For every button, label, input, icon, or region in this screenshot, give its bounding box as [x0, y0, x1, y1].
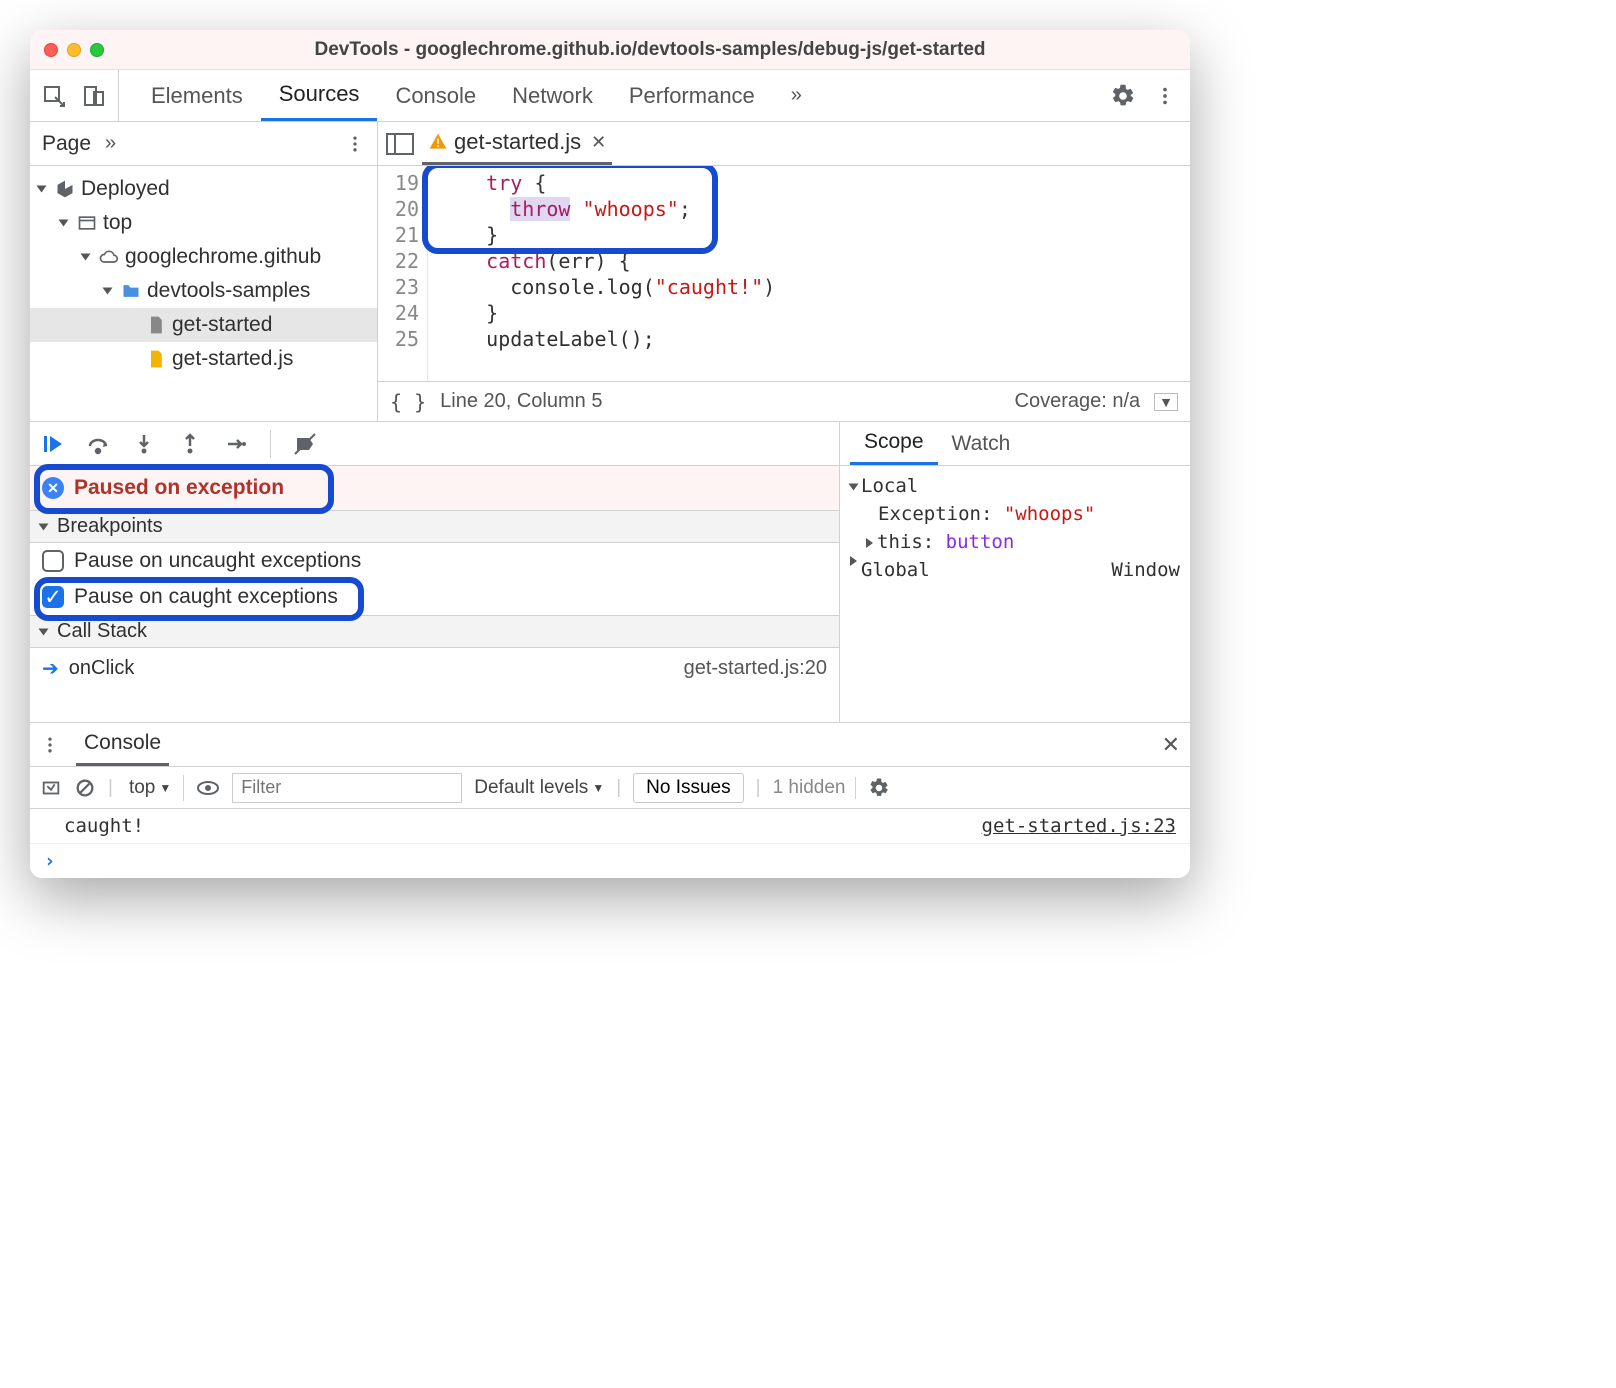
step-over-icon[interactable]	[86, 432, 110, 456]
log-message[interactable]: caught! get-started.js:23	[30, 809, 1190, 844]
device-toolbar-icon[interactable]	[82, 83, 106, 109]
file-icon	[146, 315, 166, 335]
pause-caught-row[interactable]: ✓ Pause on caught exceptions	[30, 579, 839, 615]
drawer-tab-console[interactable]: Console	[76, 723, 169, 766]
tree-file-html[interactable]: get-started	[30, 308, 377, 342]
toggle-navigator-icon[interactable]	[386, 133, 414, 155]
close-window-button[interactable]	[44, 43, 58, 57]
issues-button[interactable]: No Issues	[633, 773, 743, 803]
window-title: DevTools - googlechrome.github.io/devtoo…	[124, 39, 1176, 61]
step-out-icon[interactable]	[178, 432, 202, 456]
log-source-link[interactable]: get-started.js:23	[982, 815, 1176, 837]
close-drawer-icon[interactable]: ✕	[1162, 732, 1180, 758]
scope-panel: Scope Watch Local Exception: "whoops" th…	[840, 422, 1190, 722]
scope-global[interactable]: GlobalWindow	[850, 556, 1180, 584]
coverage-dropdown-icon[interactable]: ▼	[1154, 393, 1178, 411]
step-into-icon[interactable]	[132, 432, 156, 456]
step-icon[interactable]	[224, 432, 248, 456]
hidden-count[interactable]: 1 hidden	[773, 777, 857, 799]
drawer-menu-icon[interactable]	[40, 735, 60, 755]
devtools-window: DevTools - googlechrome.github.io/devtoo…	[30, 30, 1190, 878]
console-drawer: Console ✕ | top ▼ Default levels ▼ | No …	[30, 722, 1190, 878]
coverage-label: Coverage: n/a	[1015, 390, 1141, 413]
maximize-window-button[interactable]	[90, 43, 104, 57]
file-tree: Deployed top googlechrome.github devtool…	[30, 166, 377, 382]
resume-icon[interactable]	[40, 432, 64, 456]
frame-icon	[77, 213, 97, 233]
tab-scope[interactable]: Scope	[850, 422, 938, 465]
paused-message: ✕ Paused on exception	[30, 466, 839, 510]
checkbox-unchecked-icon[interactable]	[42, 550, 64, 572]
more-tabs-button[interactable]: »	[773, 70, 820, 121]
minimize-window-button[interactable]	[67, 43, 81, 57]
tab-network[interactable]: Network	[494, 70, 611, 121]
editor-panel: get-started.js ✕ 19 20 21 22 23 24 25	[378, 122, 1190, 421]
js-file-icon	[146, 349, 166, 369]
current-frame-icon: ➔	[42, 656, 59, 681]
cube-icon	[55, 179, 75, 199]
warning-icon	[428, 132, 448, 152]
exception-badge-icon: ✕	[42, 477, 64, 499]
navigator-sidebar: Page » Deployed top	[30, 122, 378, 421]
console-toolbar: | top ▼ Default levels ▼ | No Issues | 1…	[30, 767, 1190, 809]
editor-file-tab[interactable]: get-started.js ✕	[422, 122, 612, 165]
folder-icon	[121, 281, 141, 301]
filter-input[interactable]	[232, 773, 462, 803]
checkbox-checked-icon[interactable]: ✓	[42, 586, 64, 608]
titlebar: DevTools - googlechrome.github.io/devtoo…	[30, 30, 1190, 70]
log-levels-selector[interactable]: Default levels ▼	[474, 777, 604, 799]
navigator-options-icon[interactable]	[345, 134, 365, 154]
scope-exception: Exception: "whoops"	[850, 500, 1180, 528]
debugger-toolbar	[30, 422, 839, 466]
live-expression-icon[interactable]	[196, 776, 220, 800]
more-options-icon[interactable]	[1154, 85, 1176, 107]
close-tab-icon[interactable]: ✕	[591, 132, 606, 153]
tree-domain[interactable]: googlechrome.github	[30, 240, 377, 274]
tab-sources[interactable]: Sources	[261, 70, 378, 121]
clear-console-icon[interactable]	[40, 777, 62, 799]
callstack-header[interactable]: Call Stack	[30, 615, 839, 648]
tree-file-js[interactable]: get-started.js	[30, 342, 377, 376]
console-messages: caught! get-started.js:23 ›	[30, 809, 1190, 878]
tree-deployed[interactable]: Deployed	[30, 172, 377, 206]
stack-frame[interactable]: ➔ onClick get-started.js:20	[30, 648, 839, 689]
tree-top[interactable]: top	[30, 206, 377, 240]
scope-this[interactable]: this: button	[850, 528, 1180, 556]
line-gutter: 19 20 21 22 23 24 25	[378, 166, 428, 381]
pretty-print-icon[interactable]: { }	[390, 390, 426, 414]
debugger-panel: ✕ Paused on exception Breakpoints Pause …	[30, 422, 840, 722]
context-selector[interactable]: top ▼	[125, 775, 184, 801]
cursor-position: Line 20, Column 5	[440, 390, 602, 413]
inspect-element-icon[interactable]	[42, 83, 66, 109]
console-settings-icon[interactable]	[868, 777, 890, 799]
cloud-icon	[99, 247, 119, 267]
tab-console[interactable]: Console	[377, 70, 494, 121]
tab-elements[interactable]: Elements	[133, 70, 261, 121]
navigator-more-tabs[interactable]: »	[105, 132, 116, 155]
deactivate-breakpoints-icon[interactable]	[293, 432, 317, 456]
code-lines: try { throw "whoops"; } catch(err) { con…	[428, 166, 1190, 381]
window-controls	[44, 43, 104, 57]
scope-local[interactable]: Local	[850, 472, 1180, 500]
tab-watch[interactable]: Watch	[938, 422, 1025, 465]
tab-performance[interactable]: Performance	[611, 70, 773, 121]
console-prompt[interactable]: ›	[30, 844, 1190, 878]
navigator-tab-page[interactable]: Page	[42, 132, 91, 156]
code-area[interactable]: 19 20 21 22 23 24 25 try { throw "whoops…	[378, 166, 1190, 381]
tree-folder[interactable]: devtools-samples	[30, 274, 377, 308]
pause-uncaught-row[interactable]: Pause on uncaught exceptions	[30, 543, 839, 579]
editor-statusbar: { } Line 20, Column 5 Coverage: n/a ▼	[378, 381, 1190, 421]
breakpoints-header[interactable]: Breakpoints	[30, 510, 839, 543]
settings-icon[interactable]	[1110, 83, 1136, 109]
main-toolbar: Elements Sources Console Network Perform…	[30, 70, 1190, 122]
editor-filename: get-started.js	[454, 129, 581, 155]
no-icon[interactable]	[74, 777, 96, 799]
